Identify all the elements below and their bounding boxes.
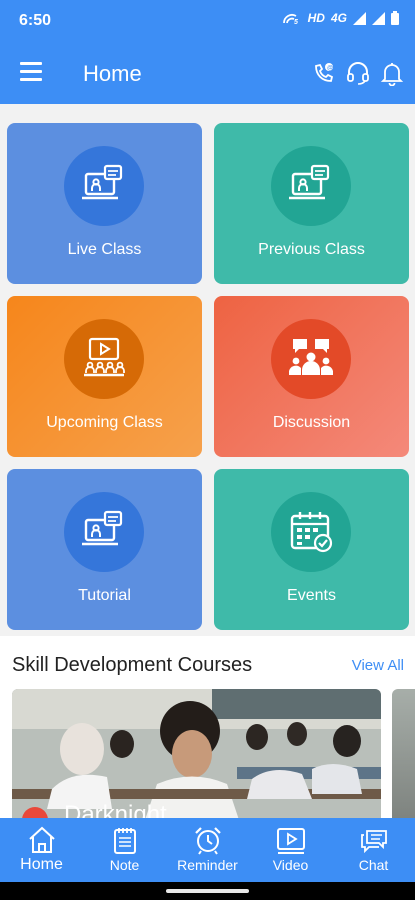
laptop-classroom-icon [289, 164, 330, 200]
home-content: Live Class Previous Class Upcoming Class… [0, 104, 415, 818]
signal-icon [353, 11, 366, 25]
network-type-label: HD [307, 11, 325, 25]
note-icon [113, 828, 136, 854]
signal-icon-2 [372, 11, 385, 25]
home-gesture-handle[interactable] [166, 889, 249, 893]
view-all-link[interactable]: View All [352, 657, 404, 674]
tile-discussion[interactable]: Discussion [214, 296, 409, 457]
nav-label: Reminder [177, 857, 238, 873]
skill-courses-section: Skill Development Courses View All Darkn… [0, 636, 415, 818]
calendar-check-icon [290, 512, 333, 553]
course-card[interactable]: Darknight [12, 689, 381, 818]
course-name: Darknight [64, 801, 167, 818]
svg-text:5: 5 [294, 19, 298, 25]
signal-type-label: 4G [330, 11, 347, 25]
status-time: 6:50 [19, 12, 52, 29]
tile-label: Previous Class [258, 241, 365, 258]
home-icon [28, 826, 55, 853]
bottom-nav: Home Note Reminder Video Chat [0, 818, 415, 882]
page-title: Home [83, 61, 142, 86]
laptop-classroom-icon [82, 510, 123, 546]
chat-icon [360, 830, 387, 854]
section-title: Skill Development Courses [12, 654, 253, 676]
nav-chat[interactable]: Chat [332, 818, 415, 882]
bell-icon[interactable] [379, 60, 405, 86]
app-bar: Home @ [0, 42, 415, 104]
tile-tutorial[interactable]: Tutorial [7, 469, 202, 630]
alarm-clock-icon [194, 827, 221, 855]
nav-label: Chat [358, 857, 389, 873]
tile-label: Upcoming Class [46, 414, 163, 431]
tile-label: Events [287, 587, 336, 604]
nav-note[interactable]: Note [83, 818, 166, 882]
video-classroom-icon [84, 337, 125, 377]
status-bar: 6:50 5 HD 4G [0, 0, 415, 42]
video-icon [276, 828, 305, 854]
tile-label: Discussion [272, 414, 351, 431]
tile-upcoming-class[interactable]: Upcoming Class [7, 296, 202, 457]
tile-label: Live Class [67, 241, 142, 258]
nav-label: Home [20, 856, 63, 873]
status-icons: 5 HD 4G [282, 11, 399, 25]
discussion-group-icon [289, 339, 333, 375]
nav-label: Note [109, 857, 140, 873]
call-support-icon[interactable]: @ [311, 60, 337, 86]
headset-icon[interactable] [345, 60, 371, 86]
nav-reminder[interactable]: Reminder [166, 818, 249, 882]
nav-home[interactable]: Home [0, 818, 83, 882]
hotspot-icon: 5 [282, 14, 298, 25]
tile-events[interactable]: Events [214, 469, 409, 630]
course-card-next[interactable] [392, 689, 415, 818]
nav-label: Video [272, 857, 309, 873]
laptop-classroom-icon [82, 164, 123, 200]
gesture-bar [0, 882, 415, 900]
nav-video[interactable]: Video [249, 818, 332, 882]
tile-previous-class[interactable]: Previous Class [214, 123, 409, 284]
battery-icon [391, 11, 399, 25]
tile-live-class[interactable]: Live Class [7, 123, 202, 284]
svg-text:@: @ [327, 66, 333, 72]
tile-label: Tutorial [78, 587, 131, 604]
menu-icon[interactable] [20, 62, 44, 84]
classroom-photo [12, 689, 381, 818]
